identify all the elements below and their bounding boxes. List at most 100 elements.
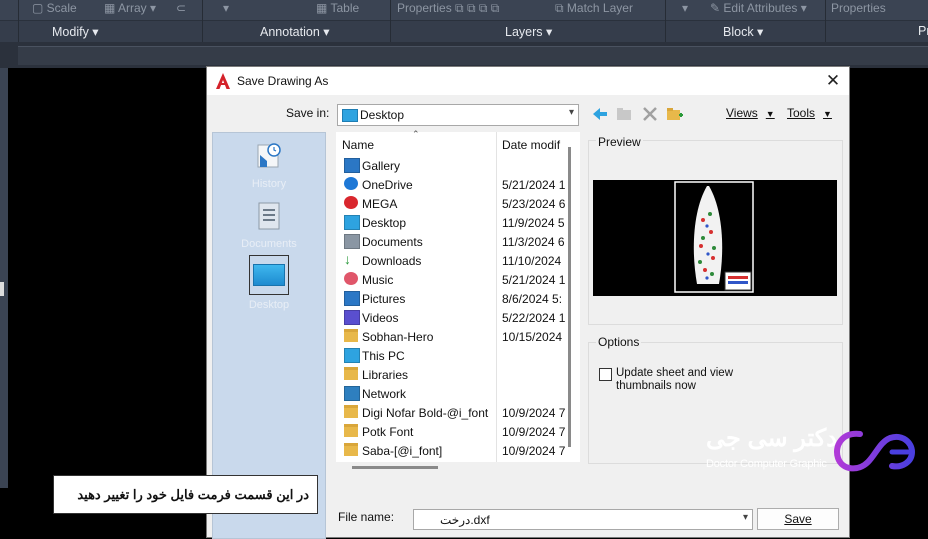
file-name: MEGA bbox=[362, 197, 398, 211]
list-item[interactable]: MEGA 5/23/2024 6 bbox=[336, 194, 568, 213]
brand-logo-icon bbox=[834, 430, 916, 472]
save-in-value: Desktop bbox=[360, 108, 405, 122]
table-tool[interactable]: ▦ Table bbox=[316, 1, 359, 15]
list-item[interactable]: Desktop 11/9/2024 5 bbox=[336, 213, 568, 232]
file-date: 10/15/2024 bbox=[502, 330, 563, 344]
horizontal-scrollbar[interactable] bbox=[352, 466, 438, 469]
file-name: Gallery bbox=[362, 159, 401, 173]
vertical-scrollbar[interactable] bbox=[568, 147, 571, 447]
file-name-value: درخت.dxf bbox=[440, 513, 490, 527]
ribbon-tools-row: ▢ Scale ▦ Array ▾ ⊂ ▾ ▦ Table Properties… bbox=[0, 0, 928, 18]
file-name: Music bbox=[362, 273, 394, 287]
file-name: Downloads bbox=[362, 254, 422, 268]
properties-label: Properties bbox=[397, 1, 452, 15]
scale-tool[interactable]: ▢ Scale bbox=[32, 1, 77, 15]
list-item[interactable]: Documents 11/3/2024 6 bbox=[336, 232, 568, 251]
history-icon bbox=[257, 143, 281, 168]
folder-icon bbox=[344, 443, 358, 456]
panel-block[interactable]: Block ▾ bbox=[723, 24, 763, 39]
dropdown-icon[interactable]: ▾ bbox=[682, 1, 688, 15]
pictures-icon bbox=[344, 291, 360, 306]
views-menu[interactable]: Views ▼ bbox=[726, 106, 775, 120]
options-label: Options bbox=[596, 335, 642, 349]
panel-properties[interactable]: Pr bbox=[918, 24, 928, 38]
instruction-note: در این قسمت فرمت فایل خود را تغییر دهید bbox=[53, 475, 318, 514]
list-item[interactable]: Potk Font 10/9/2024 7 bbox=[336, 422, 568, 441]
match-layer-tool[interactable]: ⧉ Match Layer bbox=[555, 1, 633, 16]
panel-properties-label: Pr bbox=[918, 24, 928, 38]
array-tool[interactable]: ▦ Array ▾ bbox=[104, 1, 156, 15]
dropdown-icon[interactable]: ▾ bbox=[223, 1, 229, 15]
column-name[interactable]: Name bbox=[342, 138, 374, 152]
update-thumbnails-checkbox[interactable] bbox=[599, 368, 612, 381]
save-in-dropdown[interactable]: Desktop ▾ bbox=[337, 104, 579, 126]
chevron-down-icon: ▾ bbox=[568, 107, 574, 118]
list-item[interactable]: Libraries bbox=[336, 365, 568, 384]
save-button[interactable]: Save bbox=[757, 508, 839, 530]
dialog-titlebar[interactable]: Save Drawing As ✕ bbox=[207, 67, 849, 95]
up-folder-icon[interactable] bbox=[615, 105, 633, 123]
update-thumbnails-label: Update sheet and view thumbnails now bbox=[616, 367, 733, 392]
ribbon-divider bbox=[202, 0, 203, 42]
views-label: Views bbox=[726, 106, 758, 120]
file-name: Libraries bbox=[362, 368, 409, 382]
place-documents[interactable]: Documents bbox=[213, 201, 325, 250]
file-date: 10/9/2024 7 bbox=[502, 425, 566, 439]
file-date: 5/22/2024 1 bbox=[502, 311, 566, 325]
panel-modify[interactable]: Modify ▾ bbox=[52, 24, 99, 39]
chevron-down-icon: ▼ bbox=[765, 109, 775, 119]
palette-handle[interactable] bbox=[0, 282, 4, 296]
list-item[interactable]: OneDrive 5/21/2024 1 bbox=[336, 175, 568, 194]
file-name-input[interactable]: درخت.dxf ▾ bbox=[413, 509, 753, 530]
chevron-down-icon: ▾ bbox=[742, 512, 748, 523]
cloud-icon bbox=[344, 177, 358, 190]
file-name: Network bbox=[362, 387, 407, 401]
file-date: 10/9/2024 7 bbox=[502, 406, 566, 420]
list-item[interactable]: Network bbox=[336, 384, 568, 403]
close-button[interactable]: ✕ bbox=[823, 71, 843, 91]
panel-layers[interactable]: Layers ▾ bbox=[505, 24, 552, 39]
dialog-title: Save Drawing As bbox=[237, 74, 329, 88]
list-item[interactable]: Music 5/21/2024 1 bbox=[336, 270, 568, 289]
panel-annotation[interactable]: Annotation ▾ bbox=[260, 24, 330, 39]
brand-name-en: Doctor Computer Graphic bbox=[706, 458, 827, 470]
sort-up-icon: ⌃ bbox=[412, 129, 420, 139]
documents-icon bbox=[258, 202, 280, 230]
list-item[interactable]: Saba-[@i_font] 10/9/2024 7 bbox=[336, 441, 568, 460]
list-item[interactable]: Sobhan-Hero 10/15/2024 bbox=[336, 327, 568, 346]
edit-attributes-tool[interactable]: ✎ Edit Attributes ▾ bbox=[710, 1, 807, 15]
list-item[interactable]: Videos 5/22/2024 1 bbox=[336, 308, 568, 327]
folder-icon bbox=[344, 329, 358, 342]
list-item[interactable]: Gallery bbox=[336, 156, 568, 175]
column-date[interactable]: Date modif bbox=[502, 138, 560, 152]
preview-image bbox=[674, 181, 754, 293]
list-item[interactable]: ↓ Downloads 11/10/2024 bbox=[336, 251, 568, 270]
layer-properties-tool[interactable]: Properties ⧉ ⧉ ⧉ ⧉ bbox=[397, 1, 499, 16]
scale-label: Scale bbox=[46, 1, 77, 15]
new-folder-icon[interactable] bbox=[666, 105, 684, 123]
save-in-label: Save in: bbox=[286, 106, 330, 120]
back-arrow-icon[interactable] bbox=[591, 105, 609, 123]
list-item[interactable]: Digi Nofar Bold-@i_font 10/9/2024 7 bbox=[336, 403, 568, 422]
file-name: Sobhan-Hero bbox=[362, 330, 434, 344]
pc-icon bbox=[344, 348, 360, 363]
place-desktop[interactable]: Desktop bbox=[213, 255, 325, 311]
desktop-icon bbox=[253, 264, 285, 286]
list-item[interactable]: This PC bbox=[336, 346, 568, 365]
edit-attributes-label: Edit Attributes bbox=[723, 1, 798, 15]
download-icon: ↓ bbox=[344, 251, 351, 267]
file-list-header: ⌃ Name Date modif bbox=[336, 129, 580, 462]
place-history[interactable]: History bbox=[213, 141, 325, 190]
brand-name-fa: دکتر سی جی bbox=[706, 425, 837, 452]
preview-label: Preview bbox=[596, 135, 643, 149]
panel-layers-label: Layers bbox=[505, 25, 543, 39]
chevron-icon[interactable]: ⊂ bbox=[176, 1, 186, 15]
block-properties-tool[interactable]: Properties bbox=[831, 1, 886, 15]
folder-icon bbox=[344, 367, 358, 380]
file-name: Documents bbox=[362, 235, 423, 249]
tools-menu[interactable]: Tools ▼ bbox=[787, 106, 832, 120]
folder-icon bbox=[344, 405, 358, 418]
list-item[interactable]: Pictures 8/6/2024 5: bbox=[336, 289, 568, 308]
gallery-icon bbox=[344, 158, 360, 173]
delete-icon[interactable] bbox=[641, 105, 659, 123]
